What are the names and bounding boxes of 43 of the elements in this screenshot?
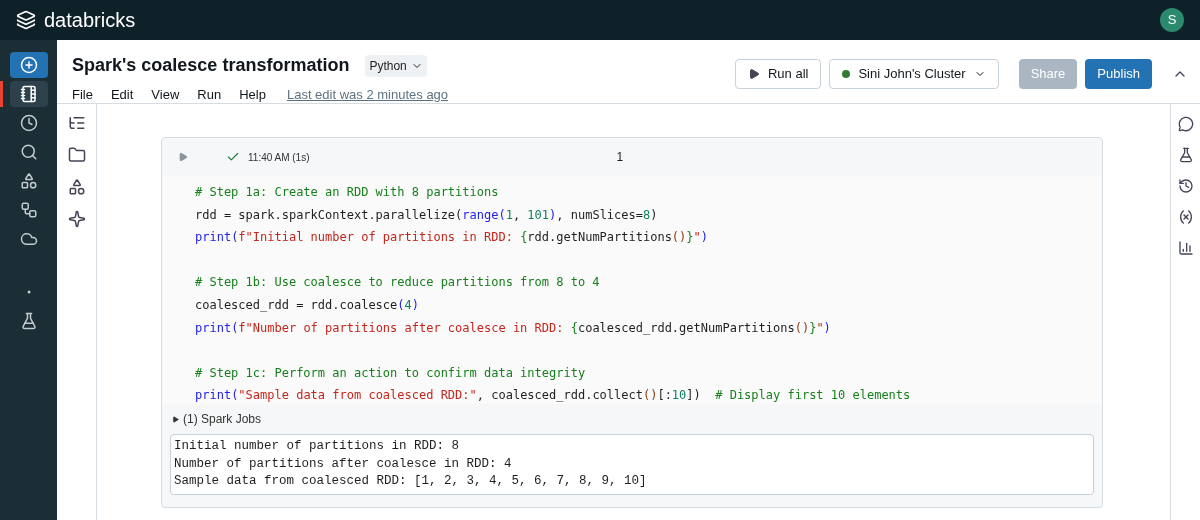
cell-number: 1 — [616, 149, 624, 166]
add-icon[interactable] — [9, 52, 48, 78]
notebook-title[interactable]: Spark's coalesce transformation — [72, 52, 350, 79]
run-time: 11:40 AM (1s) — [248, 150, 310, 165]
code-line: print(f"Initial number of partitions in RDD: {rdd.getNumPartitions()}") — [195, 229, 708, 247]
code-line: coalesced_rdd = rdd.coalesce(4) — [195, 296, 419, 314]
shapes-icon[interactable] — [67, 178, 86, 196]
output-line: Number of partitions after coalesce in RDD: 4 — [174, 455, 512, 473]
menu-item[interactable]: Help — [239, 85, 266, 105]
run-all-button[interactable]: Run all — [734, 59, 822, 89]
user-avatar[interactable]: S — [1160, 8, 1184, 32]
cluster-selector[interactable]: Sini John's Cluster — [829, 59, 999, 89]
spark-jobs-toggle[interactable]: (1) Spark Jobs — [183, 410, 262, 428]
active-indicator — [0, 81, 3, 107]
notebook-icon[interactable] — [9, 81, 48, 107]
language-selector[interactable]: Python — [365, 54, 427, 77]
menu-item[interactable]: Run — [197, 85, 222, 105]
menu-item[interactable]: Edit — [110, 85, 134, 105]
code-line: print("Sample data from coalesced RDD:", coalesced_rdd.collect()[:10]) # Display first 10 elements — [195, 387, 911, 405]
code-line: # Step 1b: Use coalesce to reduce partitions from 8 to 4 — [195, 274, 600, 292]
run-cell-icon[interactable] — [178, 152, 188, 162]
publish-button[interactable]: Publish — [1085, 59, 1152, 89]
code-line: # Step 1a: Create an RDD with 8 partitions — [195, 184, 499, 201]
last-edit-link[interactable]: Last edit was 2 minutes ago — [286, 85, 449, 105]
folder-icon[interactable] — [67, 146, 86, 164]
code-line: print(f"Number of partitions after coalesce in RDD: {coalesced_rdd.getNumPartitions()}") — [195, 319, 831, 337]
history-icon[interactable] — [1177, 178, 1194, 194]
sparkle-icon[interactable] — [67, 210, 86, 228]
list-icon[interactable] — [67, 114, 86, 132]
variables-icon[interactable] — [1177, 209, 1194, 225]
code-line: rdd = spark.sparkContext.parallelize(range(1, 101), numSlices=8) — [195, 206, 658, 224]
output-line: Initial number of partitions in RDD: 8 — [174, 438, 460, 455]
comment-icon[interactable] — [1177, 116, 1194, 132]
expand-icon[interactable] — [172, 415, 179, 423]
bar-chart-icon[interactable] — [1177, 240, 1194, 256]
menu-item[interactable]: File — [72, 85, 93, 105]
play-icon — [747, 68, 760, 80]
menu-item[interactable]: View — [151, 85, 180, 105]
flask-icon[interactable] — [1177, 147, 1194, 163]
code-line: # Step 1c: Perform an action to confirm data integrity — [195, 364, 586, 382]
output-line: Sample data from coalesced RDD: [1, 2, 3, 4, 5, 6, 7, 8, 9, 10] — [174, 473, 647, 490]
brand-name[interactable]: databricks — [44, 5, 136, 35]
logo-icon — [16, 10, 36, 30]
